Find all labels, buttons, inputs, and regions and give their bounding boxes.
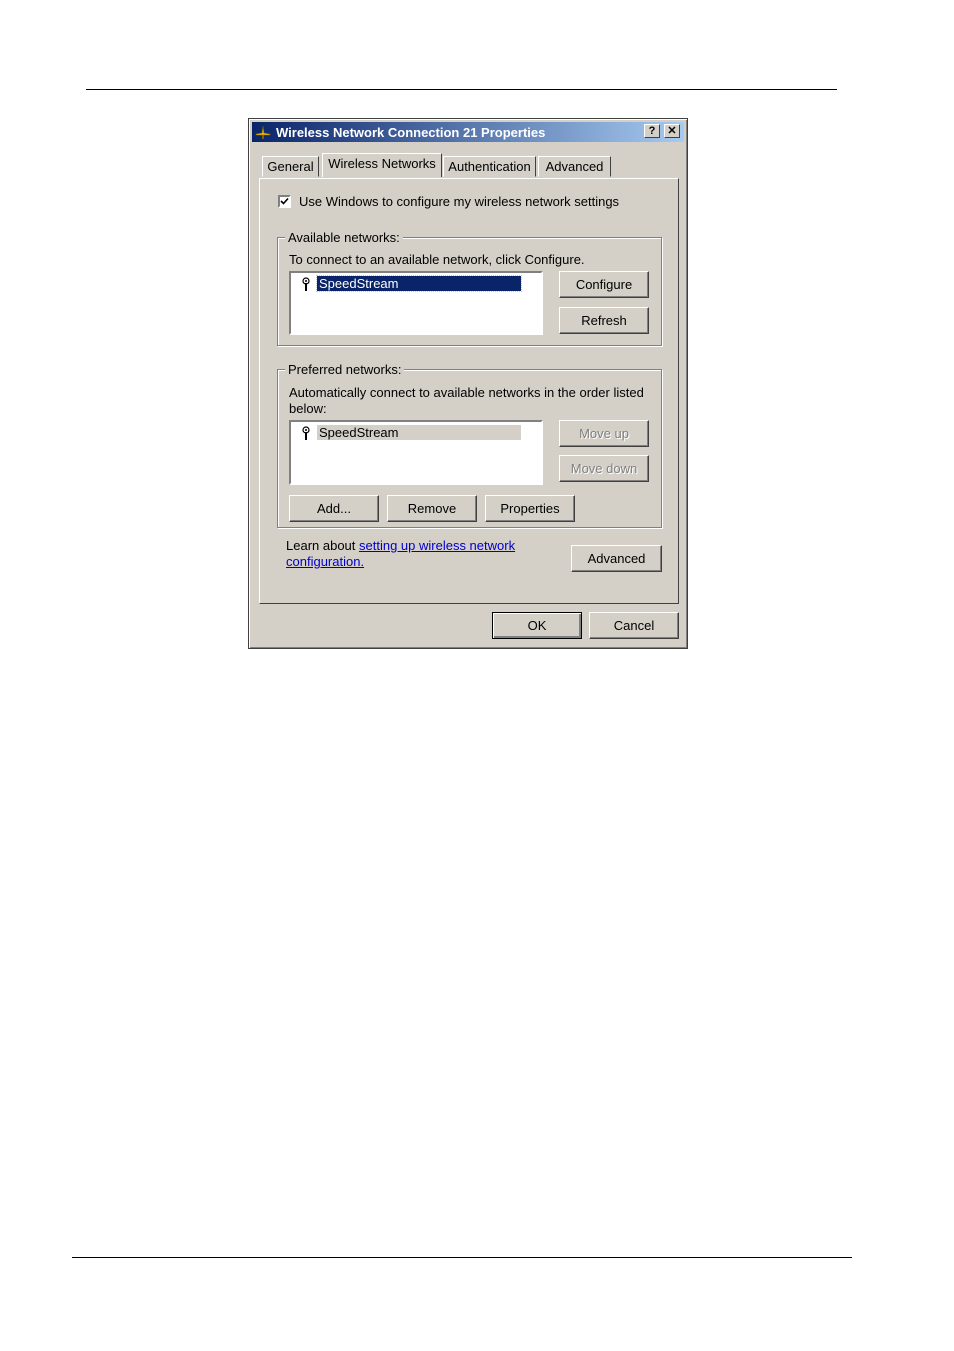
cancel-button[interactable]: Cancel xyxy=(589,612,679,639)
tab-authentication[interactable]: Authentication xyxy=(443,156,536,177)
properties-button[interactable]: Properties xyxy=(485,495,575,522)
learn-about-text: Learn about xyxy=(286,538,356,553)
available-networks-hint: To connect to an available network, clic… xyxy=(289,252,585,267)
tab-wireless-networks[interactable]: Wireless Networks xyxy=(322,153,442,177)
preferred-networks-list[interactable]: SpeedStream xyxy=(289,420,543,485)
remove-button[interactable]: Remove xyxy=(387,495,477,522)
add-button[interactable]: Add... xyxy=(289,495,379,522)
tab-advanced[interactable]: Advanced xyxy=(538,156,611,177)
wireless-antenna-icon xyxy=(302,426,310,440)
preferred-networks-hint-line2: below: xyxy=(289,401,327,416)
move-down-button[interactable]: Move down xyxy=(559,455,649,482)
available-networks-list[interactable]: SpeedStream xyxy=(289,271,543,335)
setup-wireless-link-line1[interactable]: setting up wireless network xyxy=(359,538,515,553)
title-bar[interactable]: Wireless Network Connection 21 Propertie… xyxy=(252,122,684,142)
move-up-button[interactable]: Move up xyxy=(559,420,649,447)
window-title: Wireless Network Connection 21 Propertie… xyxy=(276,125,546,140)
use-windows-label[interactable]: Use Windows to configure my wireless net… xyxy=(299,194,619,209)
use-windows-checkbox[interactable] xyxy=(278,195,291,208)
close-button[interactable]: ✕ xyxy=(664,124,680,138)
properties-dialog: Wireless Network Connection 21 Propertie… xyxy=(248,118,688,649)
available-networks-legend: Available networks: xyxy=(285,230,403,245)
available-network-speedstream[interactable]: SpeedStream xyxy=(316,275,522,292)
preferred-networks-hint-line1: Automatically connect to available netwo… xyxy=(289,385,644,400)
list-item[interactable]: SpeedStream xyxy=(297,424,521,442)
advanced-button[interactable]: Advanced xyxy=(571,545,662,572)
preferred-network-speedstream[interactable]: SpeedStream xyxy=(317,425,521,440)
list-item[interactable]: SpeedStream xyxy=(297,275,522,293)
tab-general[interactable]: General xyxy=(262,156,319,177)
configure-button[interactable]: Configure xyxy=(559,271,649,298)
refresh-button[interactable]: Refresh xyxy=(559,307,649,334)
help-button[interactable]: ? xyxy=(644,124,660,138)
wireless-antenna-icon xyxy=(302,277,310,291)
setup-wireless-link-line2[interactable]: configuration. xyxy=(286,554,364,569)
bottom-rule xyxy=(72,1257,852,1258)
ok-button[interactable]: OK xyxy=(492,612,582,639)
top-rule xyxy=(86,89,837,90)
checkmark-icon xyxy=(280,197,289,205)
preferred-networks-legend: Preferred networks: xyxy=(285,362,405,377)
network-connection-icon xyxy=(255,125,271,139)
